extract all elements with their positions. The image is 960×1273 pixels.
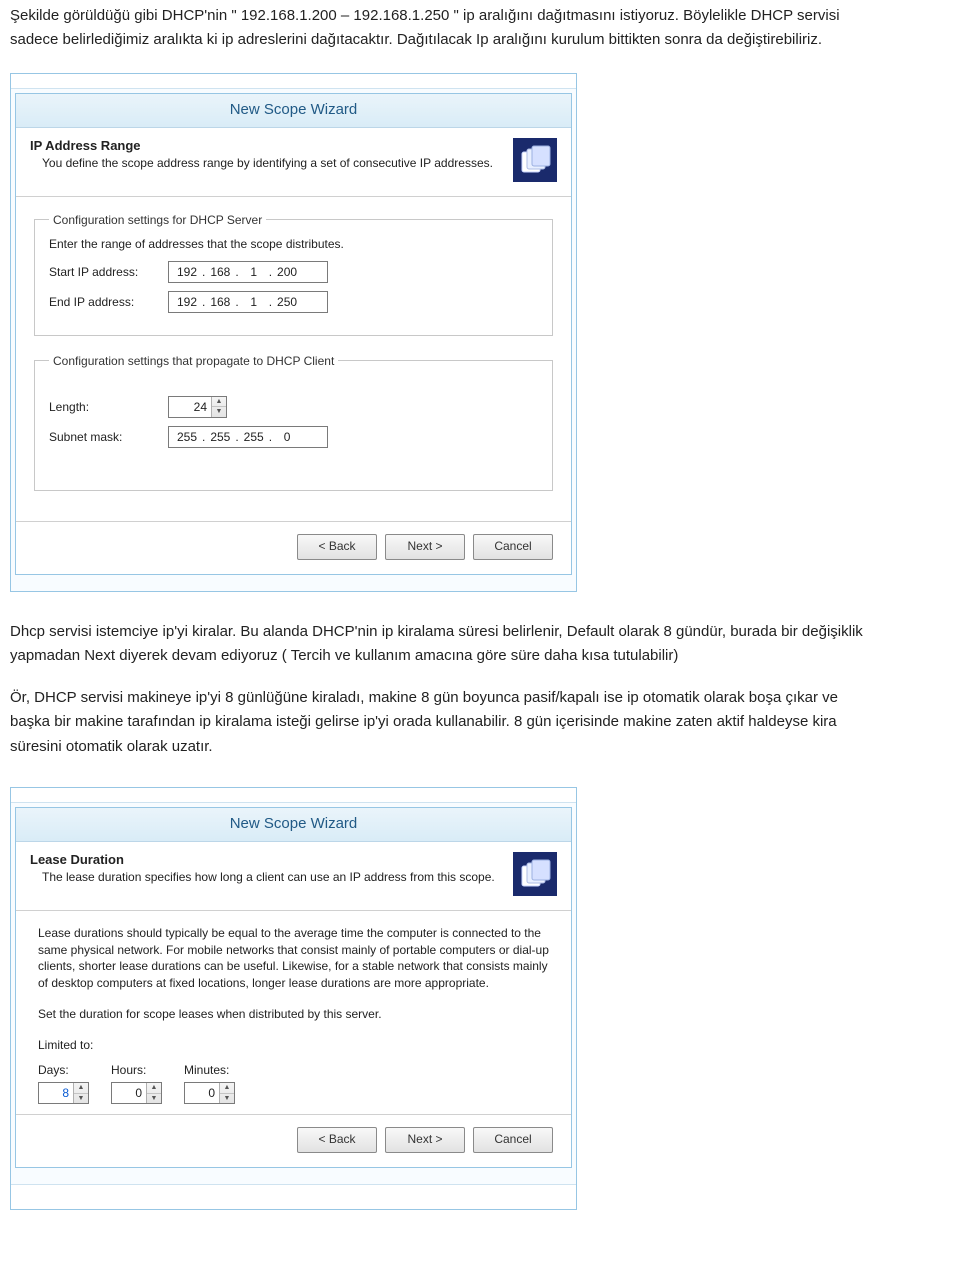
ip-seg[interactable]: 0 <box>275 427 299 447</box>
para3-line2: başka bir makine tarafından ip kiralama … <box>10 712 950 732</box>
start-ip-input[interactable]: 192. 168. 1. 200 <box>168 261 328 283</box>
ip-seg[interactable]: 192 <box>175 292 199 312</box>
caret-up-icon[interactable]: ▲ <box>147 1083 161 1094</box>
caret-down-icon[interactable]: ▼ <box>220 1094 234 1104</box>
minutes-stepper[interactable]: 0 ▲ ▼ <box>184 1082 235 1104</box>
screenshot-top-strip <box>11 788 576 803</box>
length-stepper[interactable]: 24 ▲ ▼ <box>168 396 227 418</box>
group-dhcp-client-legend: Configuration settings that propagate to… <box>49 354 338 368</box>
wizard-window: New Scope Wizard Lease Duration The leas… <box>15 807 572 1169</box>
length-label: Length: <box>49 400 164 414</box>
wizard-ip-range-screenshot: New Scope Wizard IP Address Range You de… <box>10 73 577 592</box>
back-button[interactable]: < Back <box>297 534 377 560</box>
para3-line3: süresini otomatik olarak uzatır. <box>10 737 950 757</box>
group-dhcp-server: Configuration settings for DHCP Server E… <box>34 213 553 336</box>
wizard-header-text: IP Address Range You define the scope ad… <box>30 138 501 182</box>
lease-paragraph-1: Lease durations should typically be equa… <box>38 925 549 992</box>
wizard-header-subtitle: The lease duration specifies how long a … <box>42 870 501 884</box>
lease-inputs-row: Days: 8 ▲ ▼ Hours: 0 ▲ <box>38 1062 549 1105</box>
wizard-header-title: IP Address Range <box>30 138 501 153</box>
ip-seg[interactable]: 1 <box>242 262 266 282</box>
wizard-buttons: < Back Next > Cancel <box>16 521 571 574</box>
cancel-button[interactable]: Cancel <box>473 534 553 560</box>
para1-line1: Şekilde görüldüğü gibi DHCP'nin " 192.16… <box>10 6 950 26</box>
group1-intro: Enter the range of addresses that the sc… <box>49 237 538 251</box>
files-icon <box>513 852 557 896</box>
para2-line1: Dhcp servisi istemciye ip'yi kiralar. Bu… <box>10 622 950 642</box>
wizard-header-title: Lease Duration <box>30 852 501 867</box>
ip-seg[interactable]: 200 <box>275 262 299 282</box>
ip-seg[interactable]: 192 <box>175 262 199 282</box>
wizard-header: Lease Duration The lease duration specif… <box>16 842 571 911</box>
screenshot-top-strip <box>11 74 576 89</box>
caret-up-icon[interactable]: ▲ <box>74 1083 88 1094</box>
caret-up-icon[interactable]: ▲ <box>220 1083 234 1094</box>
hours-value[interactable]: 0 <box>112 1083 146 1103</box>
caret-down-icon[interactable]: ▼ <box>212 407 226 417</box>
group-dhcp-client: Configuration settings that propagate to… <box>34 354 553 491</box>
hours-stepper[interactable]: 0 ▲ ▼ <box>111 1082 162 1104</box>
cancel-button[interactable]: Cancel <box>473 1127 553 1153</box>
wizard-titlebar: New Scope Wizard <box>16 94 571 128</box>
wizard-header-text: Lease Duration The lease duration specif… <box>30 852 501 896</box>
days-stepper[interactable]: 8 ▲ ▼ <box>38 1082 89 1104</box>
ip-seg[interactable]: 168 <box>208 262 232 282</box>
wizard-header: IP Address Range You define the scope ad… <box>16 128 571 197</box>
wizard-window: New Scope Wizard IP Address Range You de… <box>15 93 572 575</box>
wizard-lease-duration-screenshot: New Scope Wizard Lease Duration The leas… <box>10 787 577 1211</box>
row-start-ip: Start IP address: 192. 168. 1. 200 <box>49 261 538 283</box>
wizard-body: Lease durations should typically be equa… <box>16 911 571 1115</box>
wizard-header-subtitle: You define the scope address range by id… <box>42 156 501 170</box>
row-end-ip: End IP address: 192. 168. 1. 250 <box>49 291 538 313</box>
days-value[interactable]: 8 <box>39 1083 73 1103</box>
ip-seg[interactable]: 250 <box>275 292 299 312</box>
days-label: Days: <box>38 1062 89 1079</box>
wizard-body: Configuration settings for DHCP Server E… <box>16 197 571 521</box>
ip-seg[interactable]: 255 <box>242 427 266 447</box>
next-button[interactable]: Next > <box>385 534 465 560</box>
para1-line2: sadece belirlediğimiz aralıkta ki ip adr… <box>10 30 950 50</box>
back-button[interactable]: < Back <box>297 1127 377 1153</box>
files-icon <box>513 138 557 182</box>
end-ip-label: End IP address: <box>49 295 164 309</box>
paragraph-1: Şekilde görüldüğü gibi DHCP'nin " 192.16… <box>0 0 960 67</box>
hours-label: Hours: <box>111 1062 162 1079</box>
minutes-label: Minutes: <box>184 1062 235 1079</box>
caret-up-icon[interactable]: ▲ <box>212 397 226 408</box>
para2-line2: yapmadan Next diyerek devam ediyoruz ( T… <box>10 646 950 666</box>
caret-down-icon[interactable]: ▼ <box>74 1094 88 1104</box>
paragraph-2: Dhcp servisi istemciye ip'yi kiralar. Bu… <box>0 598 960 683</box>
wizard-buttons: < Back Next > Cancel <box>16 1114 571 1167</box>
ip-seg[interactable]: 168 <box>208 292 232 312</box>
screenshot-bottom-strip <box>11 1184 576 1209</box>
hours-column: Hours: 0 ▲ ▼ <box>111 1062 162 1105</box>
row-subnet-mask: Subnet mask: 255. 255. 255. 0 <box>49 426 538 448</box>
subnet-mask-label: Subnet mask: <box>49 430 164 444</box>
para3-line1: Ör, DHCP servisi makineye ip'yi 8 günlüğ… <box>10 688 950 708</box>
minutes-column: Minutes: 0 ▲ ▼ <box>184 1062 235 1105</box>
caret-down-icon[interactable]: ▼ <box>147 1094 161 1104</box>
next-button[interactable]: Next > <box>385 1127 465 1153</box>
group-dhcp-server-legend: Configuration settings for DHCP Server <box>49 213 266 227</box>
row-length: Length: 24 ▲ ▼ <box>49 396 538 418</box>
minutes-value[interactable]: 0 <box>185 1083 219 1103</box>
ip-seg[interactable]: 255 <box>208 427 232 447</box>
lease-paragraph-2: Set the duration for scope leases when d… <box>38 1006 549 1023</box>
days-column: Days: 8 ▲ ▼ <box>38 1062 89 1105</box>
ip-seg[interactable]: 1 <box>242 292 266 312</box>
paragraph-3: Ör, DHCP servisi makineye ip'yi 8 günlüğ… <box>0 682 960 773</box>
length-value[interactable]: 24 <box>169 397 211 417</box>
wizard-titlebar: New Scope Wizard <box>16 808 571 842</box>
limited-to-label: Limited to: <box>38 1037 549 1054</box>
ip-seg[interactable]: 255 <box>175 427 199 447</box>
start-ip-label: Start IP address: <box>49 265 164 279</box>
end-ip-input[interactable]: 192. 168. 1. 250 <box>168 291 328 313</box>
subnet-mask-input[interactable]: 255. 255. 255. 0 <box>168 426 328 448</box>
